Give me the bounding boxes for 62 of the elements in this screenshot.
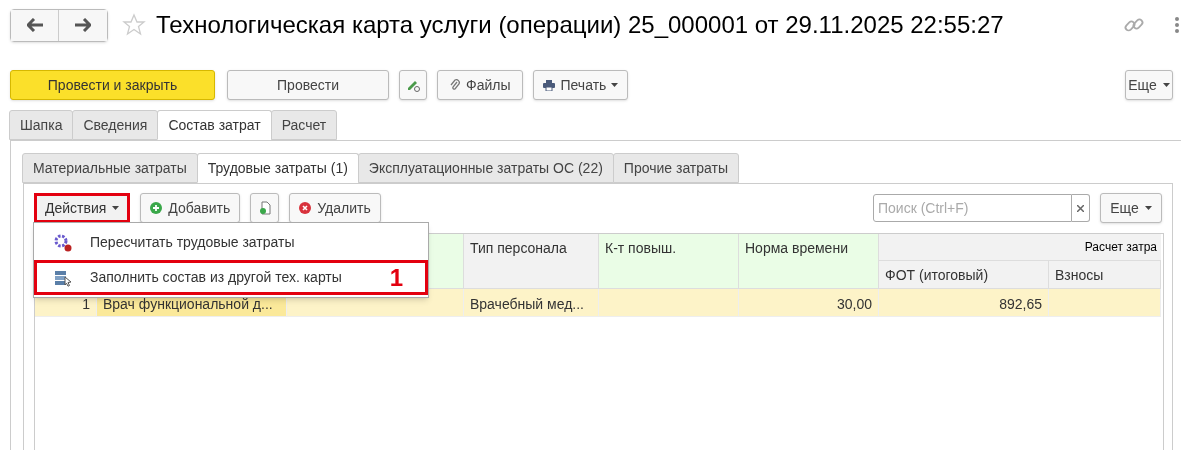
caret-icon xyxy=(1162,83,1170,87)
table-cell: 892,65 xyxy=(879,289,1049,317)
actions-button[interactable]: Действия xyxy=(34,193,131,223)
button-label: Еще xyxy=(1128,75,1157,95)
search-field[interactable]: Поиск (Ctrl+F) xyxy=(873,194,1072,222)
add-button[interactable]: Добавить xyxy=(140,193,241,223)
vertical-dots-icon xyxy=(1175,17,1179,33)
files-button[interactable]: Файлы xyxy=(437,70,524,100)
menu-item-label: Пересчитать трудовые затраты xyxy=(90,233,295,252)
forward-button[interactable] xyxy=(59,9,107,41)
document-plus-icon xyxy=(258,201,271,215)
copy-document-button[interactable] xyxy=(250,193,280,223)
favorite-star-button[interactable] xyxy=(122,13,146,37)
column-header: Норма времени xyxy=(739,234,879,289)
button-label: Еще xyxy=(1110,198,1139,218)
post-and-close-button[interactable]: Провести и закрыть xyxy=(10,70,215,100)
button-label: Добавить xyxy=(168,198,231,218)
clear-button[interactable] xyxy=(1072,194,1090,222)
tab[interactable]: Шапка xyxy=(9,110,74,140)
tab[interactable]: Материальные затраты xyxy=(22,153,198,183)
print-button[interactable]: Печать xyxy=(533,70,629,100)
tab[interactable]: Состав затрат xyxy=(157,110,272,140)
column-header: ФОТ (итоговый) xyxy=(879,261,1049,289)
column-header: Тип персонала xyxy=(464,234,599,289)
close-icon xyxy=(1077,204,1084,212)
menu-item[interactable]: Пересчитать трудовые затраты xyxy=(34,225,428,260)
tab[interactable]: Трудовые затраты (1) xyxy=(196,153,359,183)
caret-icon xyxy=(1144,206,1152,210)
delete-circle-icon xyxy=(299,202,312,214)
paperclip-icon xyxy=(450,79,460,91)
star-icon xyxy=(122,13,146,37)
delete-button[interactable]: Удалить xyxy=(289,193,381,223)
column-group-header: Расчет затра xyxy=(1084,239,1157,256)
column-header: Взносы xyxy=(1049,261,1161,289)
button-label: Действия xyxy=(45,198,107,218)
plus-circle-icon xyxy=(150,202,163,214)
more-options-button[interactable] xyxy=(1175,17,1179,33)
tab[interactable]: Сведения xyxy=(72,110,159,140)
tab[interactable]: Прочие затраты xyxy=(612,153,739,183)
table-cell: Врачебный мед... xyxy=(464,289,599,317)
callout-number: 1 xyxy=(389,262,403,293)
right-arrow-icon xyxy=(75,18,91,32)
caret-icon xyxy=(611,83,619,87)
column-header: К-т повыш. xyxy=(599,234,739,289)
table-cell: 30,00 xyxy=(739,289,879,317)
back-button[interactable] xyxy=(11,9,59,41)
tab[interactable]: Эксплуатационные затраты ОС (22) xyxy=(357,153,614,183)
button-label: Удалить xyxy=(317,198,371,218)
left-arrow-icon xyxy=(26,18,43,32)
edit-button[interactable] xyxy=(399,70,427,100)
menu-item-label: Заполнить состав из другой тех. карты xyxy=(90,268,342,287)
button-label: Файлы xyxy=(466,75,511,95)
button-label: Печать xyxy=(560,75,607,95)
post-button[interactable]: Провести xyxy=(227,70,389,100)
caret-icon xyxy=(112,206,120,210)
menu-item[interactable]: Заполнить состав из другой тех. карты 1 xyxy=(34,260,428,295)
more-button[interactable]: Еще xyxy=(1125,70,1173,100)
printer-icon xyxy=(543,79,556,91)
more-button[interactable]: Еще xyxy=(1100,193,1162,223)
window-title: Технологическая карта услуги (операции) 25_000001 от 29.11.2025 22:55:27 xyxy=(156,10,1004,40)
pencil-icon xyxy=(406,78,420,92)
tab[interactable]: Расчет xyxy=(270,110,338,140)
